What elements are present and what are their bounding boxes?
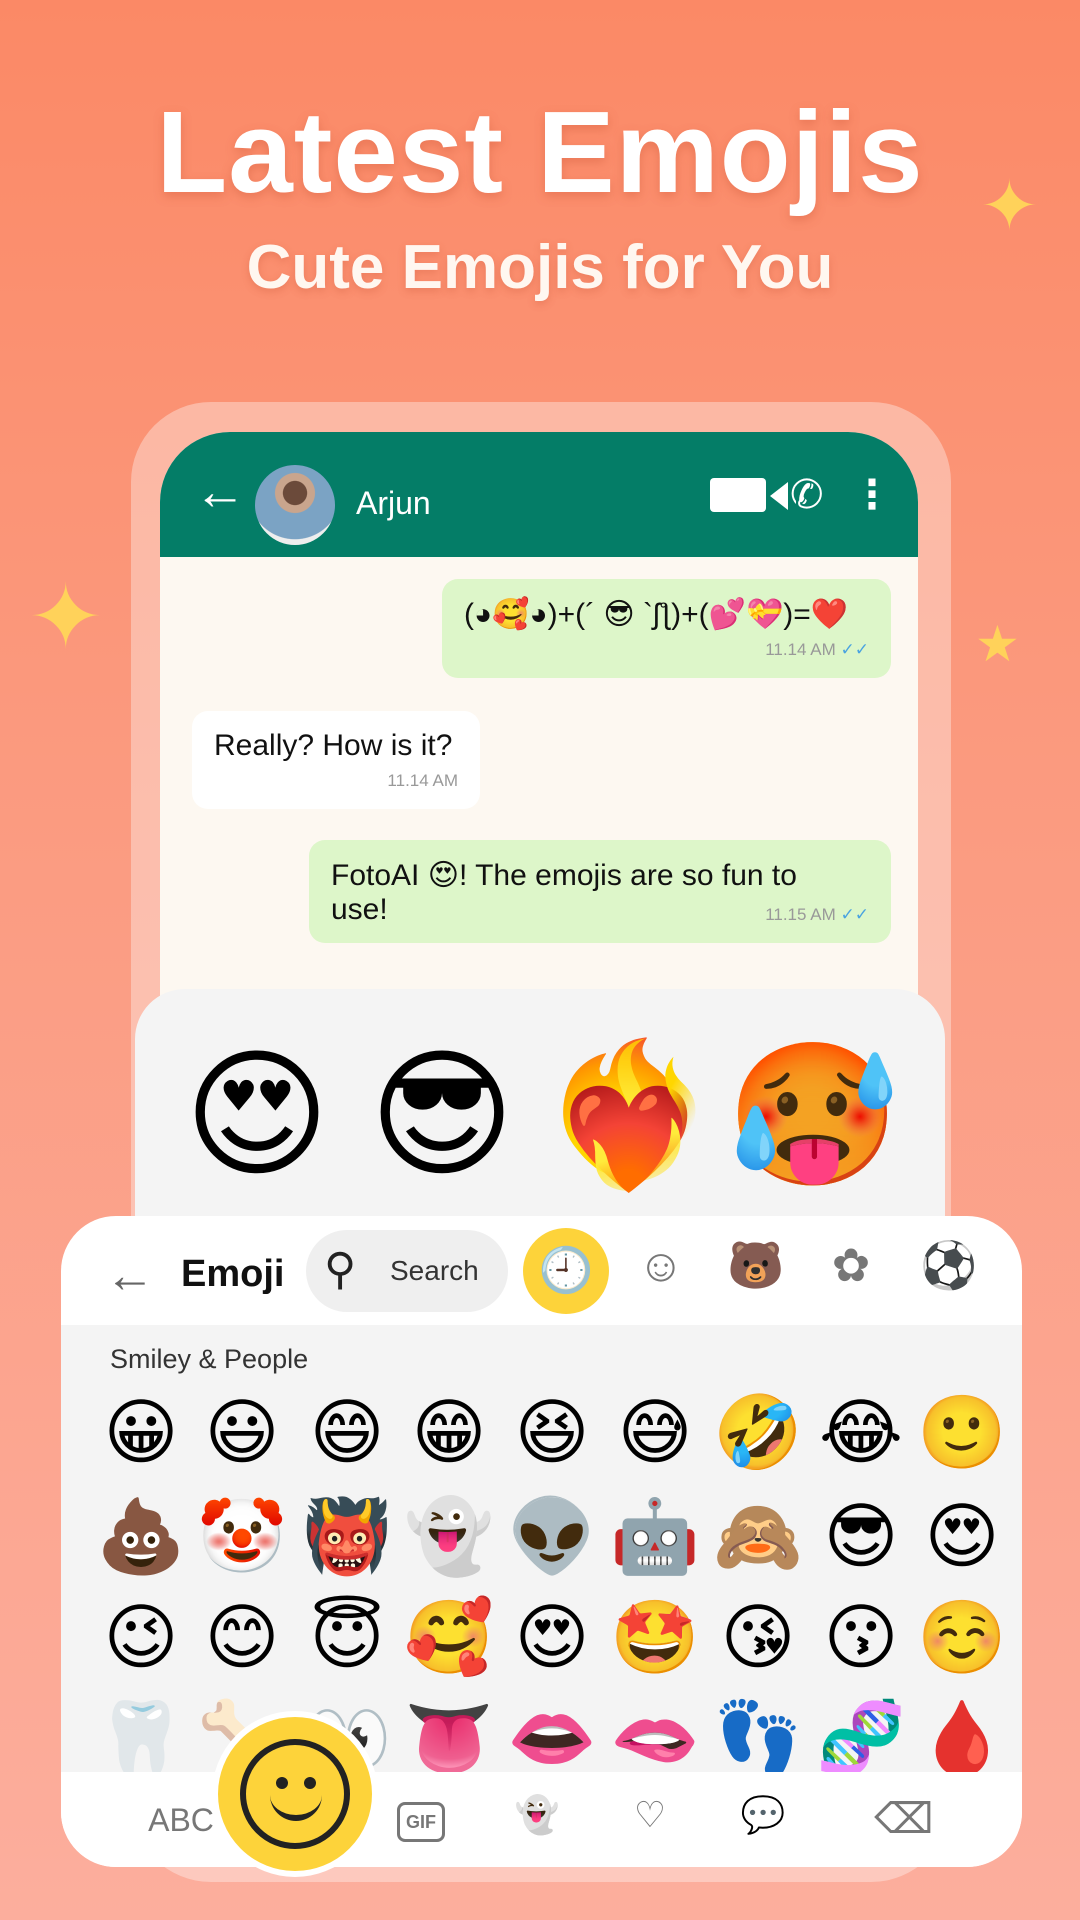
emoji-key[interactable]: 😂: [811, 1388, 911, 1478]
keyboard-title: Emoji: [181, 1253, 285, 1295]
phone-call-icon[interactable]: ✆: [790, 472, 824, 518]
sticker-icon[interactable]: 👻: [497, 1794, 577, 1836]
emoji-keyboard: ← Emoji ⚲ Search 🕘 ☺ 🐻 ✿ ⚽ Smiley & Peop…: [61, 1216, 1022, 1867]
emoji-toggle-button[interactable]: [212, 1711, 378, 1877]
video-call-icon-lens: [770, 482, 788, 510]
sparkle-icon: ✦: [980, 167, 1039, 245]
emoji-key[interactable]: 😃: [192, 1388, 292, 1478]
featured-emoji[interactable]: 🥵: [723, 1040, 903, 1190]
smiley-icon: [240, 1739, 350, 1849]
section-label: Smiley & People: [110, 1344, 309, 1374]
emoji-key[interactable]: 🙂: [912, 1388, 1012, 1478]
emoji-key[interactable]: 😍: [912, 1492, 1012, 1582]
featured-emoji[interactable]: 😍: [167, 1040, 347, 1190]
emoji-key[interactable]: 🤡: [192, 1492, 292, 1582]
sparkle-icon: ✦: [28, 568, 104, 668]
read-ticks-icon: ✓✓: [840, 905, 870, 924]
more-options-icon[interactable]: ⋮: [852, 472, 892, 518]
emoji-key[interactable]: 😅: [605, 1388, 705, 1478]
delete-icon[interactable]: ⌫: [864, 1794, 944, 1843]
hero-title: Latest Emojis: [156, 87, 924, 217]
back-arrow-icon[interactable]: ←: [194, 462, 246, 522]
search-placeholder: Search: [390, 1255, 479, 1286]
emoji-key[interactable]: 😎: [811, 1492, 911, 1582]
emoji-key[interactable]: ☺️: [912, 1593, 1012, 1683]
emoji-key[interactable]: 🫦: [605, 1694, 705, 1784]
emoji-key[interactable]: 😆: [502, 1388, 602, 1478]
emoji-key[interactable]: 😀: [91, 1388, 191, 1478]
emoji-key[interactable]: 😗: [811, 1593, 911, 1683]
message-time: 11.15 AM: [765, 905, 836, 924]
message-time: 11.14 AM: [387, 771, 458, 790]
abc-button[interactable]: ABC: [141, 1802, 221, 1839]
message-text: (◕🥰◕)+(´ 😎 `ʃƪ)+(💕💝)=❤️: [464, 598, 849, 631]
emoji-key[interactable]: 😇: [297, 1593, 397, 1683]
emoji-key[interactable]: 👽: [502, 1492, 602, 1582]
emoji-key[interactable]: 😊: [192, 1593, 292, 1683]
message-bubble-incoming: Really? How is it? 11.14 AM: [192, 711, 480, 809]
star-icon: ★: [975, 616, 1020, 672]
hero-subtitle: Cute Emojis for You: [246, 233, 834, 302]
back-arrow-icon[interactable]: ←: [105, 1246, 155, 1304]
tab-animals-bear-icon[interactable]: 🐻: [721, 1238, 791, 1293]
chat-sparkle-icon[interactable]: 💬: [723, 1794, 803, 1836]
message-time: 11.14 AM: [765, 640, 836, 659]
gif-button[interactable]: GIF: [397, 1802, 445, 1842]
emoji-key[interactable]: 😉: [91, 1593, 191, 1683]
emoji-key[interactable]: 👣: [708, 1694, 808, 1784]
emoji-key[interactable]: 👄: [502, 1694, 602, 1784]
message-bubble-outgoing: (◕🥰◕)+(´ 😎 `ʃƪ)+(💕💝)=❤️ 11.14 AM ✓✓: [442, 579, 891, 678]
featured-emoji[interactable]: 😎: [352, 1040, 532, 1190]
emoji-key[interactable]: 🤣: [708, 1388, 808, 1478]
tab-smileys-icon[interactable]: ☺: [626, 1238, 696, 1292]
message-text: Really? How is it?: [214, 729, 453, 762]
emoji-search-input[interactable]: ⚲ Search: [306, 1230, 508, 1312]
read-ticks-icon: ✓✓: [840, 640, 870, 659]
emoji-key[interactable]: 👹: [297, 1492, 397, 1582]
tab-recent-clock-icon[interactable]: 🕘: [523, 1228, 609, 1314]
emoji-key[interactable]: 😘: [708, 1593, 808, 1683]
emoji-key[interactable]: 🩸: [912, 1694, 1012, 1784]
contact-name[interactable]: Arjun: [356, 485, 431, 522]
video-call-icon[interactable]: [710, 478, 766, 512]
emoji-key[interactable]: 😄: [297, 1388, 397, 1478]
keyboard-bottom-bar: ABC GIF 👻 ♡ 💬 ⌫: [61, 1772, 1022, 1867]
emoji-key[interactable]: 💩: [91, 1492, 191, 1582]
emoji-key[interactable]: 🧬: [811, 1694, 911, 1784]
tab-sports-ball-icon[interactable]: ⚽: [914, 1238, 984, 1293]
featured-emoji[interactable]: ❤️‍🔥: [538, 1040, 718, 1190]
emoji-key[interactable]: 👅: [399, 1694, 499, 1784]
emoji-key[interactable]: 👻: [399, 1492, 499, 1582]
emoji-key[interactable]: 🙈: [708, 1492, 808, 1582]
emoji-key[interactable]: 😍: [502, 1593, 602, 1683]
heart-bubble-icon[interactable]: ♡: [610, 1794, 690, 1836]
avatar[interactable]: [255, 465, 335, 545]
emoji-key[interactable]: 🦷: [91, 1694, 191, 1784]
message-bubble-outgoing: FotoAI 😍! The emojis are so fun to use! …: [309, 840, 891, 943]
emoji-key[interactable]: 🤖: [605, 1492, 705, 1582]
chat-header: ← Arjun ✆ ⋮: [160, 432, 918, 557]
emoji-key[interactable]: 😁: [399, 1388, 499, 1478]
emoji-key[interactable]: 🥰: [399, 1593, 499, 1683]
emoji-key[interactable]: 🤩: [605, 1593, 705, 1683]
search-icon: ⚲: [324, 1245, 357, 1294]
tab-nature-flower-icon[interactable]: ✿: [816, 1238, 886, 1292]
